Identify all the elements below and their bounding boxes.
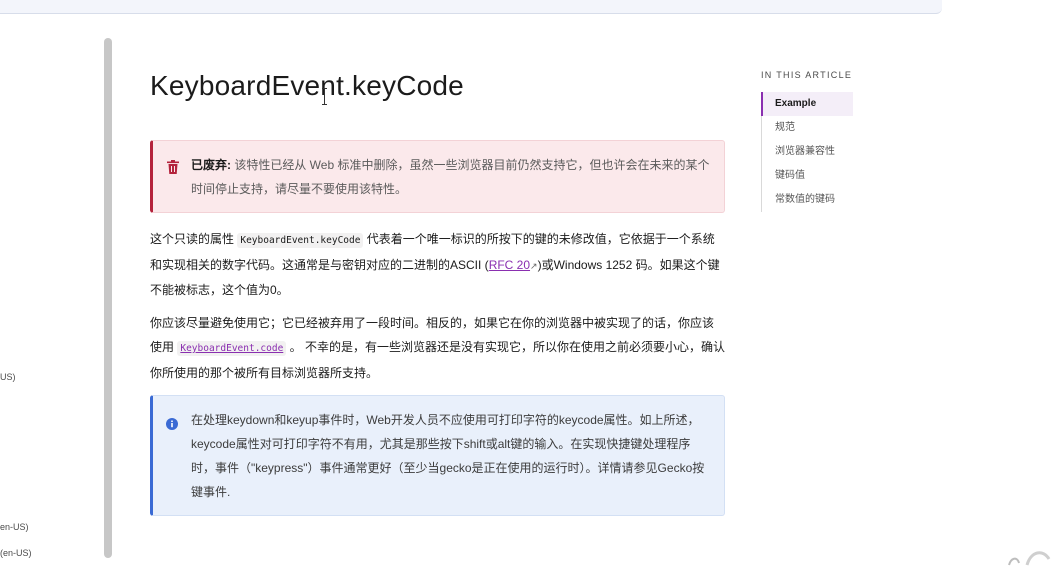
corner-overlay-icon xyxy=(1005,545,1051,566)
rfc-20-link[interactable]: RFC 20 xyxy=(489,258,530,272)
toc-list: Example 规范 浏览器兼容性 键码值 常数值的键码 xyxy=(761,92,853,212)
text-cursor-icon xyxy=(322,88,327,105)
sidebar-item-fragment[interactable]: (en-US) xyxy=(0,548,32,558)
inline-code: KeyboardEvent.keyCode xyxy=(237,233,364,248)
info-note: 在处理keydown和keyup事件时，Web开发人员不应使用可打印字符的key… xyxy=(150,395,725,516)
top-bar xyxy=(0,0,942,14)
inline-code: KeyboardEvent.code xyxy=(177,341,287,356)
page-title: KeyboardEvent.keyCode xyxy=(150,70,464,101)
info-circle-icon xyxy=(166,414,178,430)
toc-item-key-codes[interactable]: 键码值 xyxy=(762,164,853,188)
toc-item-browser-compat[interactable]: 浏览器兼容性 xyxy=(762,140,853,164)
toc-item-spec[interactable]: 规范 xyxy=(762,116,853,140)
external-link-icon: ↗ xyxy=(530,261,538,271)
info-note-text: 在处理keydown和keyup事件时，Web开发人员不应使用可打印字符的key… xyxy=(191,413,705,499)
deprecated-text: 该特性已经从 Web 标准中删除，虽然一些浏览器目前仍然支持它，但也许会在未来的… xyxy=(191,158,710,196)
trash-icon xyxy=(167,158,179,174)
sidebar-item-fragment[interactable]: en-US) xyxy=(0,522,29,532)
toc-item-example[interactable]: Example xyxy=(761,92,853,116)
paragraph-intro: 这个只读的属性 KeyboardEvent.keyCode 代表着一个唯一标识的… xyxy=(150,227,725,302)
sidebar-scrollbar[interactable] xyxy=(104,38,112,558)
sidebar-item-fragment[interactable]: US) xyxy=(0,372,16,382)
toc-heading: IN THIS ARTICLE xyxy=(761,70,853,80)
deprecated-label: 已废弃: xyxy=(191,158,231,172)
table-of-contents: IN THIS ARTICLE Example 规范 浏览器兼容性 键码值 常数… xyxy=(761,70,853,212)
deprecated-notice: 已废弃: 该特性已经从 Web 标准中删除，虽然一些浏览器目前仍然支持它，但也许… xyxy=(150,140,725,213)
keyboard-event-code-link[interactable]: KeyboardEvent.code xyxy=(177,340,287,356)
toc-item-constant-key-codes[interactable]: 常数值的键码 xyxy=(762,188,853,212)
text: 这个只读的属性 xyxy=(150,232,238,246)
paragraph-deprecation-advice: 你应该尽量避免使用它；它已经被弃用了一段时间。相反的，如果它在你的浏览器中被实现… xyxy=(150,311,725,385)
